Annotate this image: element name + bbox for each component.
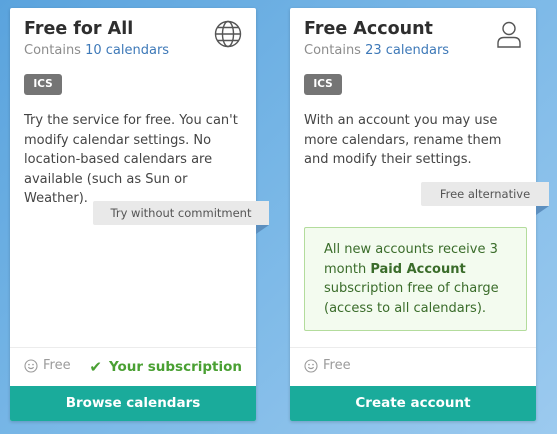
smiley-icon bbox=[304, 358, 318, 373]
price-label: Free bbox=[24, 358, 71, 373]
price-text: Free bbox=[43, 358, 71, 373]
ics-badge: ICS bbox=[24, 74, 62, 95]
calendar-count: Contains 23 calendars bbox=[304, 43, 449, 58]
subscription-status-text: Your subscription bbox=[108, 359, 242, 375]
divider bbox=[290, 347, 536, 348]
promo-highlight: Paid Account bbox=[370, 261, 466, 277]
smiley-icon bbox=[24, 358, 38, 373]
calendar-count: Contains 10 calendars bbox=[24, 43, 169, 58]
plan-description: Try the service for free. You can't modi… bbox=[24, 113, 238, 206]
plan-title: Free Account bbox=[304, 19, 433, 39]
ribbon-fold bbox=[536, 206, 549, 215]
ribbon-fold bbox=[256, 225, 269, 234]
plan-card-free-for-all: Free for All Contains 10 calendars ICS T… bbox=[10, 8, 269, 421]
ribbon-label: Free alternative bbox=[421, 182, 549, 206]
plan-description: With an account you may use more calenda… bbox=[304, 113, 502, 167]
ics-badge: ICS bbox=[304, 74, 342, 95]
user-icon bbox=[497, 21, 521, 48]
globe-icon bbox=[214, 20, 242, 48]
create-account-button[interactable]: Create account bbox=[290, 386, 536, 421]
plan-card-free-account: Free Account Contains 23 calendars ICS W… bbox=[290, 8, 549, 421]
price-text: Free bbox=[323, 358, 351, 373]
ribbon-label: Try without commitment bbox=[93, 201, 269, 225]
price-label: Free bbox=[304, 358, 351, 373]
browse-calendars-button[interactable]: Browse calendars bbox=[10, 386, 256, 421]
plan-title: Free for All bbox=[24, 19, 134, 39]
contains-label: Contains bbox=[304, 43, 366, 58]
promo-info-box: All new accounts receive 3 month Paid Ac… bbox=[304, 227, 527, 331]
checkmark-icon: ✔ bbox=[89, 358, 102, 376]
calendar-count-link[interactable]: 23 calendars bbox=[365, 43, 449, 58]
promo-text-end: subscription free of charge (access to a… bbox=[324, 281, 499, 316]
contains-label: Contains bbox=[24, 43, 86, 58]
subscription-status: ✔ Your subscription bbox=[89, 358, 242, 376]
calendar-count-link[interactable]: 10 calendars bbox=[85, 43, 169, 58]
divider bbox=[10, 347, 256, 348]
